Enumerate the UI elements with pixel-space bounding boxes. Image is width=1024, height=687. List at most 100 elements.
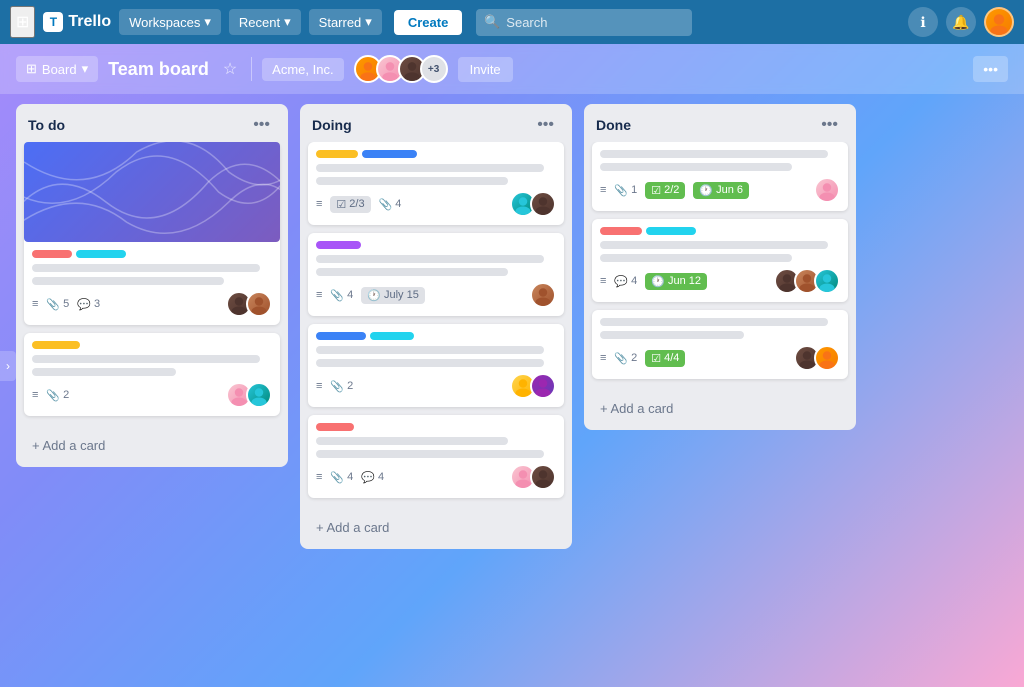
checklist-badge-green: ☑ 2/2 (645, 182, 685, 199)
column-done-menu-button[interactable]: ••• (815, 114, 844, 136)
sidebar-collapse-button[interactable]: › (0, 351, 16, 381)
attachment-count: 2 (631, 352, 637, 364)
recent-menu-button[interactable]: Recent ▾ (229, 9, 301, 35)
clock-icon: 🕐 (367, 289, 381, 302)
checklist-icon: ☑ (336, 198, 346, 211)
clock-icon: 🕐 (651, 275, 665, 288)
attachment-icon: 📎 (46, 298, 60, 311)
card-avatar-2[interactable] (530, 464, 556, 490)
card-doing-1[interactable]: ≡ ☑ 2/3 📎 4 (308, 142, 564, 225)
card-meta-2: ≡ 📎 2 (32, 382, 272, 408)
card-avatar-2[interactable] (530, 373, 556, 399)
card-title-line-2 (600, 254, 792, 262)
column-todo-menu-button[interactable]: ••• (247, 114, 276, 136)
menu-icon: ≡ (316, 289, 322, 301)
info-button[interactable]: ℹ (908, 7, 938, 37)
add-card-done-button[interactable]: + Add a card (592, 395, 848, 422)
menu-icon: ≡ (316, 380, 322, 392)
plus-members-badge[interactable]: +3 (420, 55, 448, 83)
card-attachments: 📎 4 (379, 198, 402, 211)
card-avatar-1[interactable] (530, 282, 556, 308)
card-avatar-2[interactable] (246, 291, 272, 317)
card-avatar-2[interactable] (814, 345, 840, 371)
card-meta-menu: ≡ (600, 352, 606, 364)
card-done-2[interactable]: ≡ 💬 4 🕐 Jun 12 (592, 219, 848, 302)
card-doing-4[interactable]: ≡ 📎 4 💬 4 (308, 415, 564, 498)
card-doing-4-meta: ≡ 📎 4 💬 4 (316, 464, 556, 490)
menu-icon: ≡ (600, 275, 606, 287)
card-avatars (530, 282, 556, 308)
checklist-count: 2/3 (349, 198, 364, 210)
label-pink (32, 250, 72, 258)
trello-logo-text: Trello (68, 13, 111, 31)
card-avatar-4[interactable] (246, 382, 272, 408)
column-todo-header: To do ••• (16, 104, 288, 142)
card-title-line-2 (316, 450, 544, 458)
date-badge-green-2: 🕐 Jun 12 (645, 273, 707, 290)
column-todo-cards: ≡ 📎 5 💬 3 (16, 142, 288, 424)
label-cyan (370, 332, 414, 340)
card-attachments: 📎 2 (614, 352, 637, 365)
card-avatars (794, 345, 840, 371)
column-doing-cards: ≡ ☑ 2/3 📎 4 (300, 142, 572, 506)
label-blue (362, 150, 417, 158)
card-done-1-meta: ≡ 📎 1 ☑ 2/2 🕐 Jun 6 (600, 177, 840, 203)
attachment-count: 4 (347, 471, 353, 483)
column-todo-title: To do (28, 117, 65, 133)
attachment-count: 2 (347, 380, 353, 392)
card-avatar-1[interactable] (814, 177, 840, 203)
card-doing-2-labels (316, 241, 556, 249)
trello-logo-icon: T (43, 12, 63, 32)
workspaces-menu-button[interactable]: Workspaces ▾ (119, 9, 221, 35)
card-labels (32, 250, 272, 258)
cover-pattern (24, 142, 280, 242)
card-avatars (510, 373, 556, 399)
card-doing-2[interactable]: ≡ 📎 4 🕐 July 15 (308, 233, 564, 316)
attachment-count: 4 (347, 289, 353, 301)
workspace-badge[interactable]: Acme, Inc. (262, 58, 343, 81)
comment-icon: 💬 (77, 298, 91, 311)
card-attachments: 📎 1 (614, 184, 637, 197)
grid-menu-button[interactable]: ⊞ (10, 6, 35, 38)
user-avatar[interactable] (984, 7, 1014, 37)
label-purple (316, 241, 361, 249)
card-title-line (32, 355, 260, 363)
notifications-button[interactable]: 🔔 (946, 7, 976, 37)
card-avatar-3[interactable] (814, 268, 840, 294)
board-view-button[interactable]: ⊞ Board ▾ (16, 56, 98, 82)
card-cover-image (24, 142, 280, 242)
add-card-todo-button[interactable]: + Add a card (24, 432, 280, 459)
column-doing-footer: + Add a card (300, 506, 572, 549)
card-title-line (316, 346, 544, 354)
label-blue (316, 332, 366, 340)
checklist-count: 4/4 (664, 352, 679, 364)
card-meta: ≡ 📎 5 💬 3 (32, 291, 272, 317)
card-cover (24, 142, 280, 242)
column-doing-menu-button[interactable]: ••• (531, 114, 560, 136)
card-doing-3[interactable]: ≡ 📎 2 (308, 324, 564, 407)
clock-icon: 🕐 (699, 184, 713, 197)
invite-button[interactable]: Invite (458, 57, 513, 82)
card-title-line-2 (32, 368, 176, 376)
star-board-button[interactable]: ☆ (219, 55, 241, 83)
add-card-doing-button[interactable]: + Add a card (308, 514, 564, 541)
trello-logo[interactable]: T Trello (43, 12, 111, 32)
card-done-1[interactable]: ≡ 📎 1 ☑ 2/2 🕐 Jun 6 (592, 142, 848, 211)
more-options-button[interactable]: ••• (973, 56, 1008, 82)
card-avatar-2[interactable] (530, 191, 556, 217)
label-pink (600, 227, 642, 235)
card-todo-2[interactable]: ≡ 📎 2 (24, 333, 280, 416)
label-cyan (646, 227, 696, 235)
board-title: Team board (108, 59, 209, 80)
create-button[interactable]: Create (394, 10, 462, 35)
header-divider (251, 57, 252, 81)
search-input[interactable] (476, 9, 692, 36)
card-done-3[interactable]: ≡ 📎 2 ☑ 4/4 (592, 310, 848, 379)
board-view-label: Board (42, 62, 77, 77)
card-todo-1[interactable]: ≡ 📎 5 💬 3 (24, 142, 280, 325)
attachment-count: 1 (631, 184, 637, 196)
starred-menu-button[interactable]: Starred ▾ (309, 9, 382, 35)
date-badge-green: 🕐 Jun 6 (693, 182, 749, 199)
card-doing-1-labels (316, 150, 556, 158)
due-date: Jun 6 (716, 184, 743, 196)
